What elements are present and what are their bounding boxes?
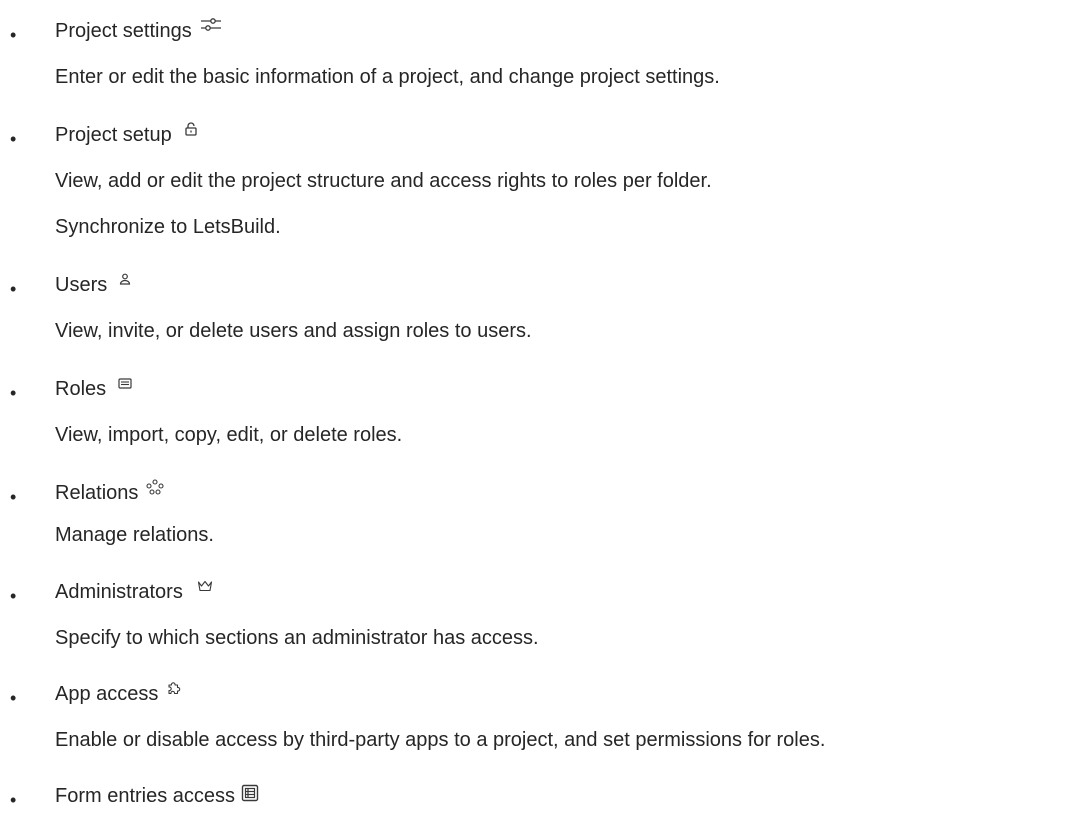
item-title: App access [55, 683, 159, 705]
bullet: • [10, 487, 17, 507]
item-title-row: App access [55, 677, 825, 711]
list-item-roles: • Roles View, import, copy, edit, or del… [0, 372, 402, 452]
item-title-row: Relations [55, 476, 214, 510]
item-description: View, add or edit the project structure … [55, 170, 712, 192]
item-title: Roles [55, 378, 107, 400]
form-icon [241, 784, 259, 802]
list-item-app-access: • App access Enable or disable access by… [0, 677, 825, 757]
bullet: • [10, 790, 17, 810]
item-title: Form entries access [55, 785, 236, 807]
sliders-icon [200, 18, 222, 32]
item-title-row: Form entries access [55, 779, 259, 813]
bullet: • [10, 688, 17, 708]
list-item-relations: • Relations Manage relations. [0, 476, 214, 552]
item-title: Administrators [55, 581, 183, 603]
list-item-administrators: • Administrators Specify to which sectio… [0, 575, 539, 655]
item-description: Enter or edit the basic information of a… [55, 66, 720, 88]
list-item-form-entries-access: • Form entries access [0, 779, 259, 813]
item-description: View, invite, or delete users and assign… [55, 320, 532, 342]
item-title: Project setup [55, 124, 172, 146]
list-item-project-settings: • Project settings Enter or edit the bas… [0, 14, 720, 94]
item-title: Relations [55, 482, 139, 504]
user-icon [119, 273, 131, 285]
item-description: View, import, copy, edit, or delete role… [55, 424, 403, 446]
unlock-icon [184, 122, 198, 136]
crown-icon [197, 580, 213, 592]
list-item-users: • Users View, invite, or delete users an… [0, 268, 532, 348]
item-title-row: Project setup [55, 118, 712, 152]
item-title: Project settings [55, 20, 192, 42]
bullet: • [10, 383, 17, 403]
item-title-row: Project settings [55, 14, 720, 48]
item-title: Users [55, 274, 108, 296]
item-description: Enable or disable access by third-party … [55, 729, 826, 751]
item-title-row: Administrators [55, 575, 539, 609]
bullet: • [10, 279, 17, 299]
puzzle-icon [166, 680, 182, 696]
bullet: • [10, 25, 17, 45]
item-title-row: Roles [55, 372, 402, 406]
relations-icon [146, 479, 164, 495]
bullet: • [10, 129, 17, 149]
item-title-row: Users [55, 268, 532, 302]
item-description: Synchronize to LetsBuild. [55, 216, 281, 238]
item-description: Specify to which sections an administrat… [55, 627, 539, 649]
id-card-icon [118, 377, 132, 389]
item-description: Manage relations. [55, 524, 214, 546]
list-item-project-setup: • Project setup View, add or edit the pr… [0, 118, 712, 244]
bullet: • [10, 586, 17, 606]
